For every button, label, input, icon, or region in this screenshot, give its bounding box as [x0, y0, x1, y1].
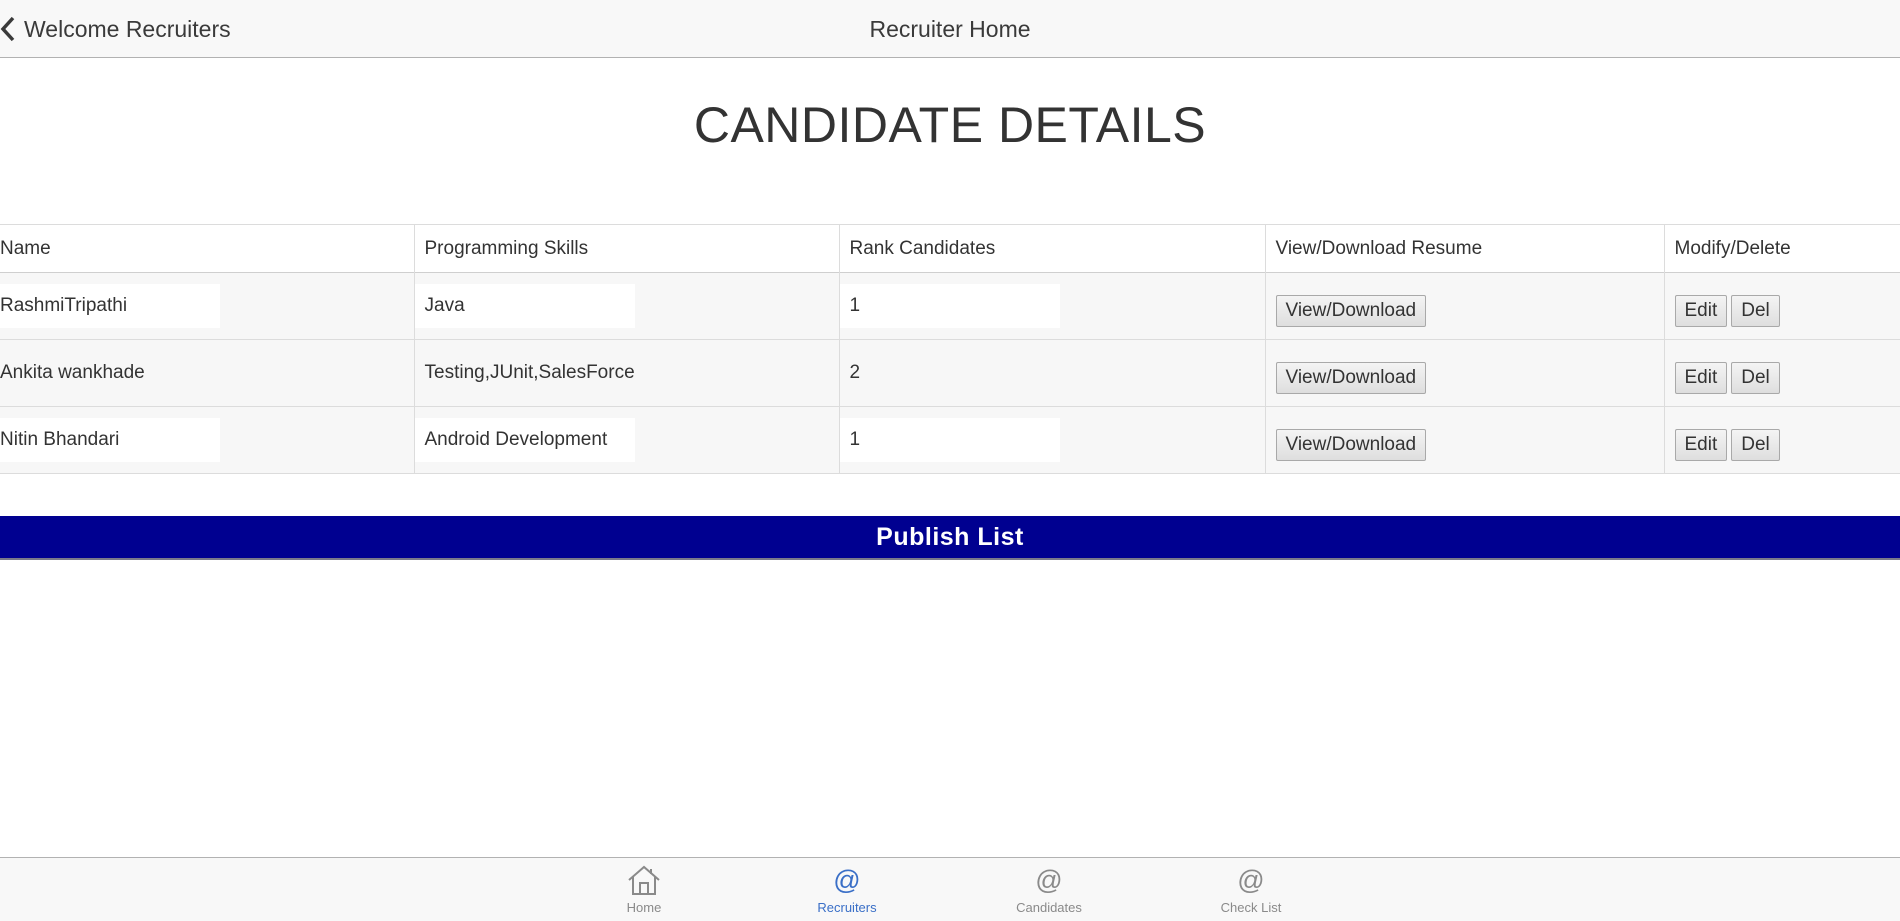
candidate-skills: Testing,JUnit,SalesForce — [424, 362, 635, 383]
tab-label: Home — [626, 900, 662, 915]
candidate-skills: Android Development — [414, 418, 635, 462]
column-header-rank: Rank Candidates — [839, 224, 1266, 273]
column-header-modify: Modify/Delete — [1674, 237, 1791, 259]
home-icon — [584, 864, 704, 896]
tab-label: Candidates — [1016, 900, 1082, 915]
section-heading: CANDIDATE DETAILS — [693, 97, 1207, 153]
at-icon: @ — [1237, 865, 1265, 895]
at-icon: @ — [1035, 865, 1063, 895]
column-header-resume: View/Download Resume — [1265, 224, 1665, 273]
view-download-button[interactable]: View/Download — [1275, 294, 1427, 327]
candidate-table: Name Programming Skills Rank Candidates … — [0, 224, 1900, 474]
view-download-button[interactable]: View/Download — [1275, 428, 1427, 461]
tab-candidates[interactable]: @ Candidates — [989, 858, 1109, 921]
edit-button[interactable]: Edit — [1674, 428, 1728, 461]
table-row: RashmiTripathi Java 1 View/Download Edit… — [0, 272, 1900, 340]
delete-button[interactable]: Del — [1731, 361, 1780, 394]
tab-recruiters[interactable]: @ Recruiters — [787, 858, 907, 921]
tab-check-list[interactable]: @ Check List — [1191, 858, 1311, 921]
candidate-name: RashmiTripathi — [0, 284, 220, 328]
candidate-name: Ankita wankhade — [0, 362, 145, 383]
table-header-row: Name Programming Skills Rank Candidates … — [0, 224, 1900, 273]
view-download-button[interactable]: View/Download — [1275, 361, 1427, 394]
edit-button[interactable]: Edit — [1674, 294, 1728, 327]
top-navbar: Welcome Recruiters Recruiter Home — [0, 0, 1900, 58]
delete-button[interactable]: Del — [1731, 428, 1780, 461]
candidate-rank: 1 — [839, 284, 1060, 328]
candidate-rank: 1 — [839, 418, 1060, 462]
candidate-rank: 2 — [849, 362, 861, 383]
column-header-name: Name — [0, 224, 415, 273]
publish-list-button[interactable]: Publish List — [0, 516, 1900, 560]
chevron-left-icon — [0, 16, 15, 42]
bottom-tabbar: Home @ Recruiters @ Candidates @ Check L… — [0, 857, 1900, 921]
page-title: Recruiter Home — [869, 16, 1031, 42]
table-row: Nitin Bhandari Android Development 1 Vie… — [0, 406, 1900, 474]
table-row: Ankita wankhade Testing,JUnit,SalesForce… — [0, 339, 1900, 407]
delete-button[interactable]: Del — [1731, 294, 1780, 327]
candidate-name: Nitin Bhandari — [0, 418, 220, 462]
tab-label: Recruiters — [817, 900, 877, 915]
back-button[interactable]: Welcome Recruiters — [0, 11, 231, 47]
back-button-label: Welcome Recruiters — [24, 15, 231, 42]
at-icon: @ — [833, 865, 861, 895]
tab-home[interactable]: Home — [584, 858, 704, 921]
column-header-skills: Programming Skills — [414, 224, 840, 273]
tab-label: Check List — [1220, 900, 1282, 915]
edit-button[interactable]: Edit — [1674, 361, 1728, 394]
candidate-skills: Java — [414, 284, 635, 328]
